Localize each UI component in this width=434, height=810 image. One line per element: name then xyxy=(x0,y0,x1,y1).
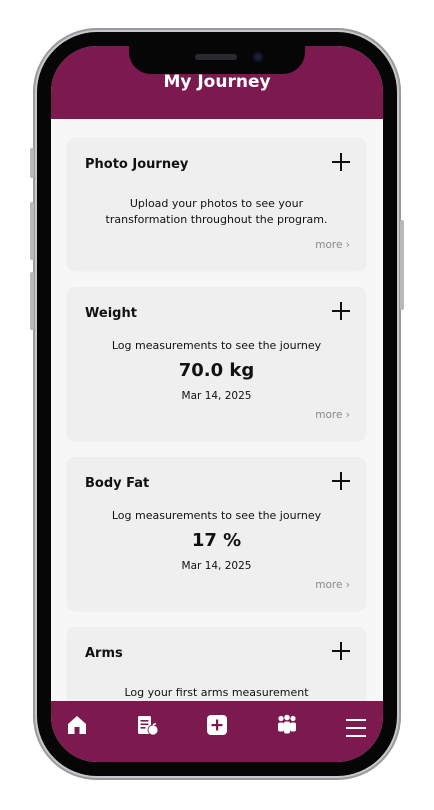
add-photo-icon[interactable] xyxy=(332,153,350,171)
nav-community[interactable] xyxy=(275,714,299,738)
photo-journey-card[interactable]: Photo Journey Upload your photos to see … xyxy=(67,138,366,270)
nav-add[interactable] xyxy=(206,714,230,738)
chevron-right-icon: › xyxy=(345,409,350,421)
card-title: Photo Journey xyxy=(85,157,189,172)
arms-card[interactable]: Arms Log your first arms measurement xyxy=(67,627,366,701)
card-title: Arms xyxy=(85,646,123,661)
volume-up-button xyxy=(30,202,34,260)
add-weight-icon[interactable] xyxy=(332,302,350,320)
notch xyxy=(129,46,305,74)
power-button xyxy=(400,220,404,310)
card-title: Weight xyxy=(85,306,137,321)
chevron-right-icon: › xyxy=(345,579,350,591)
add-arms-icon[interactable] xyxy=(332,642,350,660)
community-icon xyxy=(278,714,296,734)
nav-nutrition[interactable] xyxy=(136,714,160,738)
add-icon xyxy=(207,715,227,735)
app-screen: My Journey Photo Journey Upload your pho… xyxy=(51,46,383,762)
card-title: Body Fat xyxy=(85,476,150,491)
chevron-right-icon: › xyxy=(345,239,350,251)
more-label: more xyxy=(315,579,343,591)
speaker xyxy=(195,54,237,60)
silent-switch xyxy=(30,148,34,178)
measurement-date: Mar 14, 2025 xyxy=(181,560,252,572)
log-nutrition-icon xyxy=(138,716,159,736)
card-description: Upload your photos to see your transform… xyxy=(105,197,328,226)
weight-card[interactable]: Weight Log measurements to see the journ… xyxy=(67,287,366,440)
card-description: Log your first arms measurement xyxy=(124,686,309,699)
nav-menu[interactable] xyxy=(346,714,370,738)
more-label: more xyxy=(315,409,343,421)
bottom-nav xyxy=(51,701,383,762)
volume-down-button xyxy=(30,272,34,330)
weight-value: 70.0 kg xyxy=(178,360,255,381)
add-body-fat-icon[interactable] xyxy=(332,472,350,490)
card-description: Log measurements to see the journey xyxy=(111,339,322,352)
journey-list[interactable]: Photo Journey Upload your photos to see … xyxy=(51,119,383,701)
menu-icon xyxy=(346,714,366,744)
page-title: My Journey xyxy=(163,72,271,92)
measurement-date: Mar 14, 2025 xyxy=(181,390,252,402)
nav-home[interactable] xyxy=(66,714,90,738)
front-camera xyxy=(253,52,263,62)
home-icon xyxy=(68,716,86,734)
more-link[interactable]: more › xyxy=(315,239,350,251)
more-label: more xyxy=(315,239,343,251)
body-fat-value: 17 % xyxy=(191,530,242,551)
more-link[interactable]: more › xyxy=(315,579,350,591)
card-description: Log measurements to see the journey xyxy=(111,509,322,522)
body-fat-card[interactable]: Body Fat Log measurements to see the jou… xyxy=(67,457,366,610)
app-header: My Journey xyxy=(51,46,383,119)
more-link[interactable]: more › xyxy=(315,409,350,421)
